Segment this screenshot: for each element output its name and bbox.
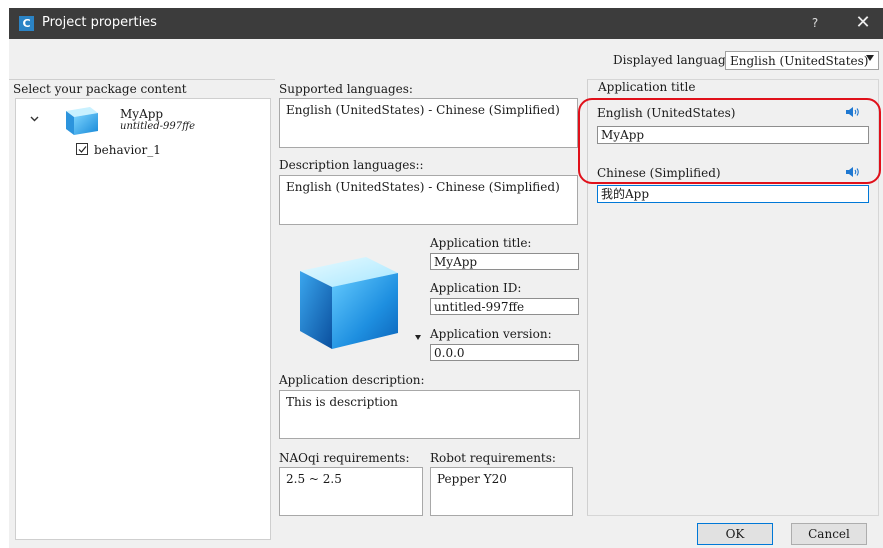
application-icon[interactable] — [294, 249, 404, 353]
description-languages-field[interactable]: English (UnitedStates) - Chinese (Simpli… — [279, 175, 578, 225]
application-title-label: Application title: — [430, 236, 532, 250]
close-button[interactable]: ✕ — [851, 12, 875, 34]
chinese-title-input[interactable]: 我的App — [597, 185, 869, 203]
behavior-label[interactable]: behavior_1 — [94, 143, 161, 157]
supported-languages-field[interactable]: English (UnitedStates) - Chinese (Simpli… — [279, 98, 578, 148]
application-version-label: Application version: — [430, 327, 552, 341]
dropdown-arrow-icon — [866, 55, 874, 61]
title-bar: C Project properties ? ✕ — [9, 8, 883, 39]
highlight-annotation — [578, 98, 881, 184]
displayed-language-label: Displayed language — [613, 53, 733, 67]
application-description-label: Application description: — [279, 373, 425, 387]
robot-requirements-label: Robot requirements: — [430, 451, 556, 465]
application-version-input[interactable]: 0.0.0 — [430, 344, 579, 361]
package-app-name[interactable]: MyApp — [120, 107, 163, 121]
package-app-id: untitled-997ffe — [120, 121, 196, 132]
help-button[interactable]: ? — [805, 13, 825, 33]
chevron-down-icon[interactable] — [30, 114, 39, 123]
check-icon — [78, 146, 87, 153]
application-title-group-label: Application title — [596, 80, 698, 94]
application-id-input[interactable]: untitled-997ffe — [430, 298, 579, 315]
displayed-language-select[interactable]: English (UnitedStates) — [725, 51, 879, 70]
robot-requirements-field[interactable]: Pepper Y20 — [430, 467, 573, 516]
application-description-field[interactable]: This is description — [279, 390, 580, 439]
window-title: Project properties — [42, 15, 157, 30]
naoqi-requirements-field[interactable]: 2.5 ~ 2.5 — [279, 467, 423, 516]
package-icon — [66, 107, 98, 135]
displayed-language-value: English (UnitedStates) — [730, 54, 869, 68]
application-id-label: Application ID: — [430, 281, 522, 295]
naoqi-requirements-label: NAOqi requirements: — [279, 451, 410, 465]
package-content-label: Select your package content — [13, 82, 187, 96]
cancel-button[interactable]: Cancel — [791, 523, 867, 545]
ok-button[interactable]: OK — [697, 523, 773, 545]
application-title-input[interactable]: MyApp — [430, 253, 579, 270]
behavior-checkbox[interactable] — [76, 143, 88, 155]
icon-dropdown-arrow-icon[interactable] — [415, 335, 421, 340]
supported-languages-label: Supported languages: — [279, 82, 413, 96]
package-tree[interactable]: MyApp untitled-997ffe behavior_1 — [15, 98, 271, 540]
description-languages-label: Description languages:: — [279, 158, 424, 172]
app-icon: C — [19, 16, 34, 31]
